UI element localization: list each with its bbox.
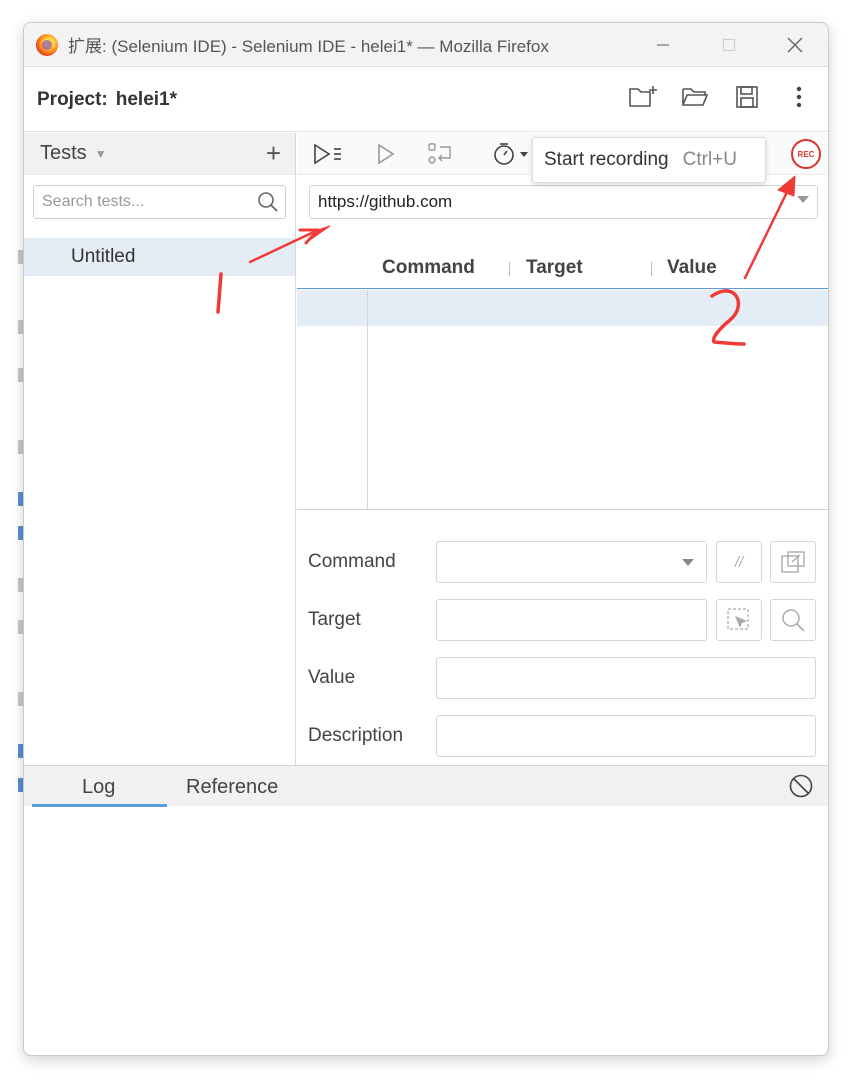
log-tabs: Log Reference xyxy=(24,766,828,807)
more-options-button[interactable] xyxy=(784,82,814,112)
table-row[interactable] xyxy=(297,290,828,326)
target-field[interactable] xyxy=(436,599,707,641)
value-row: Value xyxy=(297,657,828,701)
description-label: Description xyxy=(308,725,404,746)
project-header: Project: helei1* xyxy=(24,68,828,132)
find-target-icon xyxy=(782,609,805,632)
step-over-icon xyxy=(428,143,451,164)
tooltip-shortcut: Ctrl+U xyxy=(682,149,737,170)
column-divider xyxy=(509,262,510,276)
description-field[interactable] xyxy=(436,715,816,757)
new-project-button[interactable] xyxy=(628,82,658,112)
command-label: Command xyxy=(308,551,396,572)
command-table-body xyxy=(297,290,828,509)
base-url-combobox[interactable]: https://github.com xyxy=(309,185,818,219)
clear-log-button[interactable] xyxy=(788,773,814,804)
test-editor: Start recording Ctrl+U REC https://githu… xyxy=(297,133,828,765)
comment-icon: // xyxy=(734,553,744,571)
speed-button[interactable] xyxy=(491,140,531,168)
run-all-tests-icon xyxy=(314,143,341,165)
comment-toggle-button[interactable]: // xyxy=(716,541,762,583)
tests-dropdown[interactable]: Tests xyxy=(40,142,87,165)
tab-log[interactable]: Log xyxy=(82,776,115,799)
column-target: Target xyxy=(526,257,583,278)
close-icon xyxy=(787,37,803,53)
test-item-label: Untitled xyxy=(71,246,136,267)
run-all-tests-button[interactable] xyxy=(313,140,343,168)
minimize-button[interactable] xyxy=(630,23,696,67)
external-link-icon xyxy=(781,551,805,573)
new-project-icon xyxy=(629,86,657,107)
chevron-down-icon[interactable]: ▼ xyxy=(95,147,107,161)
value-field[interactable] xyxy=(436,657,816,699)
pane-divider[interactable] xyxy=(297,509,828,510)
column-value: Value xyxy=(667,257,717,278)
project-label: Project: xyxy=(37,88,108,110)
column-divider xyxy=(651,262,652,276)
editor-toolbar: Start recording Ctrl+U REC xyxy=(297,133,828,183)
clear-log-icon xyxy=(789,774,813,798)
run-current-test-icon xyxy=(378,143,395,165)
search-icon xyxy=(257,191,279,218)
maximize-icon xyxy=(722,38,736,52)
command-field[interactable] xyxy=(436,541,707,583)
title-bar[interactable]: 扩展: (Selenium IDE) - Selenium IDE - hele… xyxy=(24,23,828,67)
chevron-down-icon[interactable] xyxy=(797,196,809,203)
value-label: Value xyxy=(308,667,356,688)
search-tests-input[interactable] xyxy=(34,186,285,218)
tests-header: Tests ▼ + xyxy=(24,133,295,175)
tests-panel: Tests ▼ + Untitled xyxy=(24,133,296,765)
tab-reference[interactable]: Reference xyxy=(186,776,278,799)
window-controls xyxy=(630,23,828,67)
table-gutter-divider xyxy=(367,290,368,509)
select-target-button[interactable] xyxy=(716,599,762,641)
step-over-button[interactable] xyxy=(426,140,456,168)
search-tests-box xyxy=(33,185,286,219)
target-row: Target xyxy=(297,599,828,643)
log-panel: Log Reference xyxy=(24,765,828,1055)
base-url-value: https://github.com xyxy=(318,192,453,211)
record-button[interactable]: REC xyxy=(791,139,821,169)
run-current-test-button[interactable] xyxy=(371,140,401,168)
command-row: Command // xyxy=(297,541,828,585)
select-target-icon xyxy=(727,608,749,630)
minimize-icon xyxy=(657,44,669,46)
record-icon: REC xyxy=(797,149,815,159)
project-name[interactable]: helei1* xyxy=(116,89,177,111)
speed-icon xyxy=(494,143,528,165)
open-project-button[interactable] xyxy=(680,82,710,112)
open-reference-button[interactable] xyxy=(770,541,816,583)
firefox-logo-icon xyxy=(36,33,58,56)
command-table-header: Command Target Value xyxy=(297,249,828,289)
firefox-window: 扩展: (Selenium IDE) - Selenium IDE - hele… xyxy=(23,22,829,1056)
find-target-button[interactable] xyxy=(770,599,816,641)
save-project-icon xyxy=(736,86,758,108)
active-tab-indicator xyxy=(32,804,167,807)
add-test-button[interactable]: + xyxy=(266,139,281,167)
test-item[interactable]: Untitled xyxy=(24,238,295,276)
start-recording-tooltip: Start recording Ctrl+U xyxy=(532,137,766,183)
chevron-down-icon[interactable] xyxy=(682,559,694,566)
maximize-button[interactable] xyxy=(696,23,762,67)
save-project-button[interactable] xyxy=(732,82,762,112)
more-options-icon xyxy=(796,86,802,108)
project-actions xyxy=(628,82,814,112)
window-title: 扩展: (Selenium IDE) - Selenium IDE - hele… xyxy=(68,37,549,56)
close-button[interactable] xyxy=(762,23,828,67)
column-command: Command xyxy=(382,257,475,278)
open-project-icon xyxy=(682,88,709,106)
description-row: Description xyxy=(297,715,828,759)
target-label: Target xyxy=(308,609,361,630)
tooltip-text: Start recording xyxy=(544,149,669,170)
